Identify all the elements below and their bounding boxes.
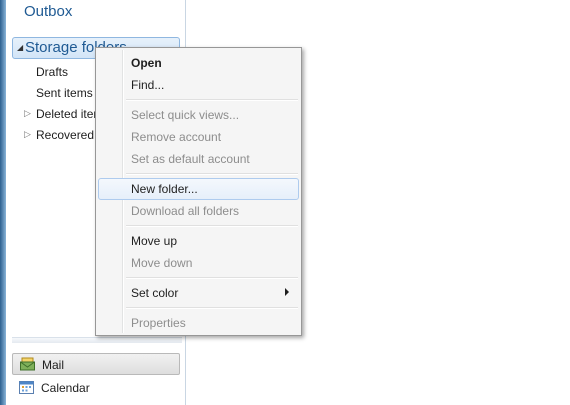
menu-item-move-up[interactable]: Move up [98, 230, 299, 252]
menu-item-label: Open [131, 56, 162, 70]
submenu-arrow-icon [285, 288, 289, 296]
menu-separator [126, 99, 298, 101]
menu-item-remove-account[interactable]: Remove account [98, 126, 299, 148]
menu-item-download-all-folders[interactable]: Download all folders [98, 200, 299, 222]
menu-item-label: Move down [131, 256, 193, 270]
menu-item-open[interactable]: Open [98, 52, 299, 74]
menu-item-label: Set color [131, 286, 179, 300]
folder-label: Sent items [36, 86, 93, 100]
menu-item-select-quick-views[interactable]: Select quick views... [98, 104, 299, 126]
folder-outbox[interactable]: Outbox [24, 3, 72, 20]
collapsed-triangle-icon[interactable]: ▷ [24, 108, 31, 119]
collapsed-triangle-icon[interactable]: ▷ [24, 129, 31, 140]
menu-separator [126, 307, 298, 309]
nav-mail-button[interactable]: Mail [12, 353, 180, 375]
menu-item-properties[interactable]: Properties [98, 312, 299, 334]
menu-item-label: Find... [131, 78, 165, 92]
nav-calendar-button[interactable]: Calendar [12, 377, 180, 399]
nav-calendar-label: Calendar [41, 381, 90, 395]
pane-splitter[interactable] [12, 337, 182, 343]
menu-item-label: New folder... [131, 182, 198, 196]
menu-item-label: Download all folders [131, 204, 240, 218]
menu-separator [126, 225, 298, 227]
menu-item-label: Properties [131, 316, 186, 330]
menu-item-set-color[interactable]: Set color [98, 282, 299, 304]
menu-item-label: Remove account [131, 130, 222, 144]
folder-label: Recovered [36, 128, 95, 142]
context-menu: Open Find... Select quick views... Remov… [95, 47, 302, 336]
menu-item-label: Select quick views... [131, 108, 240, 122]
menu-item-label: Set as default account [131, 152, 250, 166]
menu-item-move-down[interactable]: Move down [98, 252, 299, 274]
menu-item-find[interactable]: Find... [98, 74, 299, 96]
nav-mail-label: Mail [42, 358, 65, 372]
folder-recovered[interactable]: ▷ Recovered [24, 128, 95, 142]
expanded-triangle-icon[interactable]: ◢ [17, 43, 23, 52]
menu-item-label: Move up [131, 234, 178, 248]
folder-sent-items[interactable]: Sent items [36, 86, 93, 100]
menu-item-set-default-account[interactable]: Set as default account [98, 148, 299, 170]
menu-separator [126, 173, 298, 175]
mail-icon [20, 357, 35, 371]
folder-drafts[interactable]: Drafts [36, 65, 68, 79]
folder-label: Drafts [36, 65, 69, 79]
menu-separator [126, 277, 298, 279]
calendar-icon [19, 381, 34, 394]
menu-item-new-folder[interactable]: New folder... [98, 178, 299, 200]
